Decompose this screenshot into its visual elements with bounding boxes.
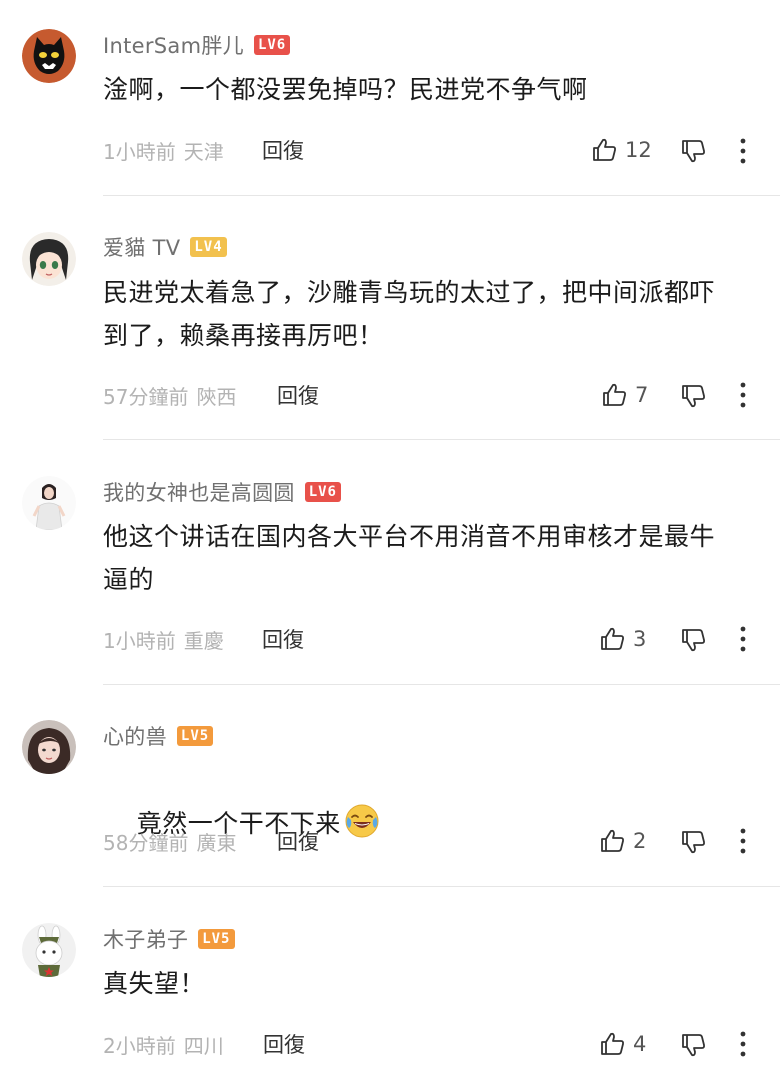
reply-button[interactable]: 回復 bbox=[262, 624, 304, 654]
comment-text: 淦啊，一个都没罢免掉吗？民进党不争气啊 bbox=[103, 75, 588, 104]
comment-time: 1小時前 bbox=[103, 628, 176, 653]
username[interactable]: 木子弟子 bbox=[103, 924, 188, 954]
comment-location: 重慶 bbox=[183, 628, 224, 653]
comment-location: 四川 bbox=[183, 1033, 224, 1058]
username[interactable]: 我的女神也是高圆圆 bbox=[103, 477, 295, 507]
more-vertical-icon[interactable] bbox=[738, 382, 748, 408]
comment-location: 廣東 bbox=[196, 830, 237, 855]
comment-time: 57分鐘前 bbox=[103, 384, 189, 409]
thumbs-up-icon bbox=[601, 1032, 624, 1055]
crying-laughing-emoji bbox=[345, 804, 379, 838]
comment-text: 竟然一个干不下来 bbox=[103, 759, 763, 888]
username[interactable]: InterSam胖儿 bbox=[103, 30, 244, 60]
thumbs-down-icon[interactable] bbox=[679, 137, 707, 165]
thumbs-up-icon bbox=[601, 829, 624, 852]
user-avatar[interactable] bbox=[22, 29, 76, 83]
like-count: 7 bbox=[635, 383, 649, 407]
like-button[interactable]: 4 bbox=[598, 1026, 646, 1062]
username[interactable]: 爱貓 TV bbox=[103, 232, 180, 262]
more-vertical-icon[interactable] bbox=[738, 828, 748, 854]
comment-text: 真失望！ bbox=[103, 969, 206, 998]
like-button[interactable]: 12 bbox=[590, 132, 652, 168]
level-badge: LV6 bbox=[304, 482, 341, 502]
comment-location: 天津 bbox=[183, 139, 224, 164]
comment-time: 2小時前 bbox=[103, 1033, 176, 1058]
thumbs-up-icon bbox=[593, 138, 616, 161]
like-button[interactable]: 3 bbox=[598, 621, 646, 657]
user-avatar[interactable] bbox=[22, 232, 76, 286]
reply-button[interactable]: 回復 bbox=[277, 826, 319, 856]
comment-time: 58分鐘前 bbox=[103, 830, 189, 855]
like-count: 2 bbox=[633, 829, 647, 853]
user-avatar[interactable] bbox=[22, 923, 76, 977]
user-avatar[interactable] bbox=[22, 720, 76, 774]
like-count: 4 bbox=[633, 1032, 647, 1056]
like-button[interactable]: 2 bbox=[598, 823, 646, 859]
thumbs-down-icon[interactable] bbox=[679, 626, 707, 654]
comment-text: 他这个讲话在国内各大平台不用消音不用审核才是最牛 逼的 bbox=[103, 522, 716, 594]
thumbs-up-icon bbox=[601, 627, 624, 650]
level-badge: LV6 bbox=[253, 35, 291, 55]
level-badge: LV5 bbox=[176, 726, 214, 746]
like-count: 3 bbox=[633, 627, 647, 651]
thumbs-down-icon[interactable] bbox=[679, 828, 707, 856]
reply-button[interactable]: 回復 bbox=[277, 380, 319, 410]
divider bbox=[103, 684, 780, 685]
like-button[interactable]: 7 bbox=[600, 377, 648, 413]
like-count: 12 bbox=[625, 138, 652, 162]
user-avatar[interactable] bbox=[22, 476, 76, 530]
level-badge: LV5 bbox=[198, 929, 235, 949]
level-badge: LV4 bbox=[190, 237, 227, 257]
divider bbox=[103, 439, 780, 440]
reply-button[interactable]: 回復 bbox=[263, 1029, 305, 1059]
more-vertical-icon[interactable] bbox=[738, 626, 748, 652]
divider bbox=[103, 886, 780, 887]
comment-text: 民进党太着急了，沙雕青鸟玩的太过了，把中间派都吓 到了，赖桑再接再厉吧！ bbox=[103, 278, 716, 350]
comment-time: 1小時前 bbox=[103, 139, 176, 164]
username[interactable]: 心的兽 bbox=[103, 721, 167, 751]
reply-button[interactable]: 回復 bbox=[262, 135, 304, 165]
thumbs-up-icon bbox=[603, 383, 626, 406]
thumbs-down-icon[interactable] bbox=[679, 382, 707, 410]
comment-location: 陝西 bbox=[196, 384, 237, 409]
more-vertical-icon[interactable] bbox=[738, 138, 748, 164]
divider bbox=[103, 195, 780, 196]
thumbs-down-icon[interactable] bbox=[679, 1031, 707, 1059]
more-vertical-icon[interactable] bbox=[738, 1031, 748, 1057]
